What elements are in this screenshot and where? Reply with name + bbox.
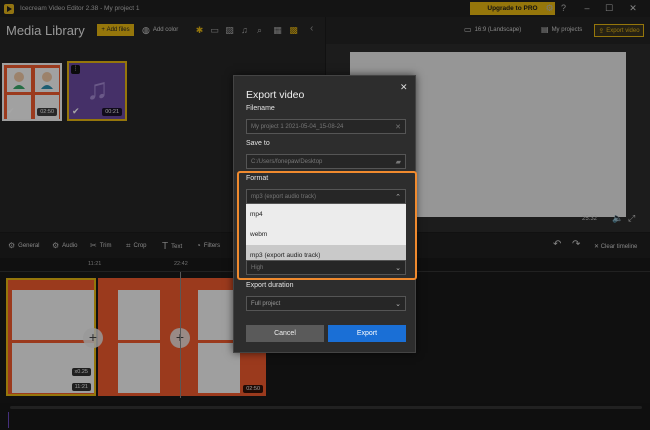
export-button[interactable]: Export bbox=[328, 325, 406, 342]
export-duration-select[interactable]: Full project ⌄ bbox=[246, 296, 406, 311]
cancel-button[interactable]: Cancel bbox=[246, 325, 324, 342]
chevron-down-icon: ⌄ bbox=[395, 301, 401, 308]
export-duration-value: Full project bbox=[251, 300, 281, 307]
folder-icon[interactable]: ▰ bbox=[396, 158, 401, 166]
save-to-value: C:/Users/fonepaw/Desktop bbox=[251, 158, 323, 165]
clear-field-icon[interactable]: ✕ bbox=[395, 123, 401, 131]
export-duration-label: Export duration bbox=[246, 282, 294, 289]
filename-field[interactable]: My project 1 2021-05-04_15-08-24 ✕ bbox=[246, 119, 406, 134]
filename-label: Filename bbox=[246, 105, 275, 112]
save-to-label: Save to bbox=[246, 140, 270, 147]
format-highlight-outline bbox=[237, 171, 417, 280]
dialog-title: Export video bbox=[246, 89, 305, 101]
filename-value: My project 1 2021-05-04_15-08-24 bbox=[251, 123, 344, 130]
dialog-close-icon[interactable]: ✕ bbox=[400, 82, 408, 93]
save-to-field[interactable]: C:/Users/fonepaw/Desktop ▰ bbox=[246, 154, 406, 169]
